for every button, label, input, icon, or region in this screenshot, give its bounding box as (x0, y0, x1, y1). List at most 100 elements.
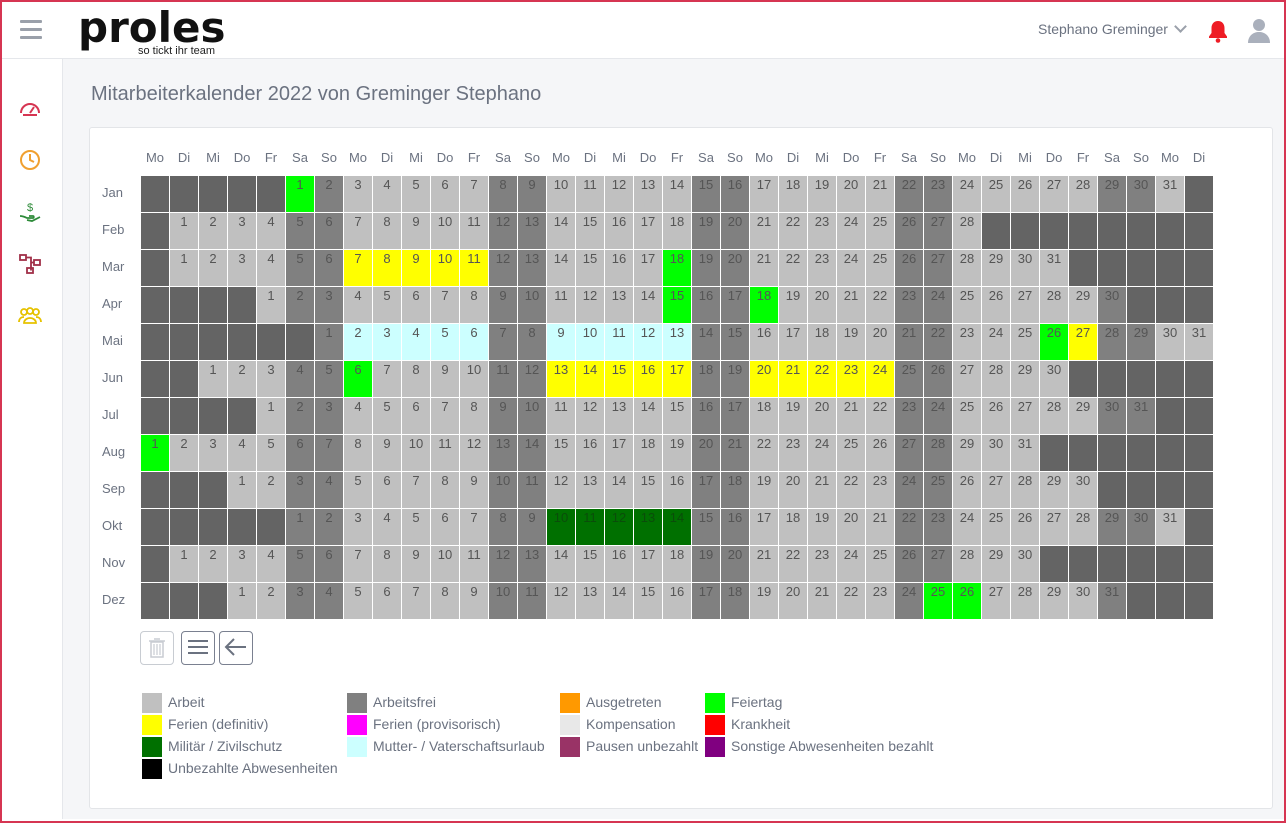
calendar-day-cell[interactable]: 5 (373, 287, 401, 323)
calendar-day-cell[interactable]: 7 (344, 213, 372, 249)
calendar-day-cell[interactable]: 2 (228, 361, 256, 397)
calendar-day-cell[interactable]: 14 (547, 250, 575, 286)
calendar-day-cell[interactable]: 20 (750, 361, 778, 397)
calendar-day-cell[interactable]: 18 (779, 509, 807, 545)
calendar-day-cell[interactable]: 7 (460, 176, 488, 212)
calendar-day-cell[interactable]: 5 (286, 546, 314, 582)
calendar-day-cell[interactable]: 18 (750, 398, 778, 434)
calendar-day-cell[interactable]: 24 (837, 546, 865, 582)
calendar-day-cell[interactable]: 8 (460, 287, 488, 323)
user-menu[interactable]: Stephano Greminger (1038, 20, 1187, 37)
user-avatar-icon[interactable] (1248, 18, 1270, 49)
calendar-day-cell[interactable]: 12 (489, 250, 517, 286)
calendar-day-cell[interactable]: 15 (576, 250, 604, 286)
calendar-day-cell[interactable]: 18 (808, 324, 836, 360)
calendar-day-cell[interactable]: 19 (779, 287, 807, 323)
calendar-day-cell[interactable]: 22 (837, 583, 865, 619)
calendar-day-cell[interactable]: 26 (1040, 324, 1068, 360)
calendar-day-cell[interactable]: 22 (866, 287, 894, 323)
calendar-day-cell[interactable]: 28 (1098, 324, 1126, 360)
calendar-day-cell[interactable]: 22 (779, 213, 807, 249)
calendar-day-cell[interactable]: 15 (547, 435, 575, 471)
calendar-day-cell[interactable]: 5 (344, 583, 372, 619)
calendar-day-cell[interactable]: 27 (924, 250, 952, 286)
calendar-day-cell[interactable]: 21 (779, 361, 807, 397)
calendar-day-cell[interactable]: 29 (953, 435, 981, 471)
calendar-day-cell[interactable]: 4 (257, 250, 285, 286)
calendar-day-cell[interactable]: 3 (228, 250, 256, 286)
calendar-day-cell[interactable]: 29 (982, 546, 1010, 582)
calendar-day-cell[interactable]: 3 (286, 583, 314, 619)
calendar-day-cell[interactable]: 19 (779, 398, 807, 434)
calendar-day-cell[interactable]: 21 (750, 250, 778, 286)
calendar-day-cell[interactable]: 23 (837, 361, 865, 397)
calendar-day-cell[interactable]: 13 (518, 213, 546, 249)
calendar-day-cell[interactable]: 21 (721, 435, 749, 471)
calendar-day-cell[interactable]: 22 (779, 250, 807, 286)
calendar-day-cell[interactable]: 9 (547, 324, 575, 360)
calendar-day-cell[interactable]: 4 (286, 361, 314, 397)
calendar-day-cell[interactable]: 21 (750, 213, 778, 249)
calendar-day-cell[interactable]: 10 (431, 213, 459, 249)
calendar-day-cell[interactable]: 14 (692, 324, 720, 360)
calendar-day-cell[interactable]: 18 (692, 361, 720, 397)
calendar-day-cell[interactable]: 15 (692, 176, 720, 212)
money-hand-icon[interactable]: $ (18, 200, 42, 224)
calendar-day-cell[interactable]: 1 (286, 176, 314, 212)
calendar-day-cell[interactable]: 1 (170, 213, 198, 249)
calendar-day-cell[interactable]: 15 (692, 509, 720, 545)
calendar-day-cell[interactable]: 9 (402, 250, 430, 286)
calendar-day-cell[interactable]: 16 (605, 250, 633, 286)
calendar-day-cell[interactable]: 6 (431, 509, 459, 545)
calendar-day-cell[interactable]: 7 (344, 250, 372, 286)
calendar-day-cell[interactable]: 23 (924, 176, 952, 212)
calendar-day-cell[interactable]: 1 (257, 287, 285, 323)
calendar-day-cell[interactable]: 31 (1156, 509, 1184, 545)
delete-button[interactable] (140, 631, 174, 665)
calendar-day-cell[interactable]: 23 (953, 324, 981, 360)
calendar-day-cell[interactable]: 3 (315, 287, 343, 323)
calendar-day-cell[interactable]: 28 (1011, 583, 1039, 619)
calendar-day-cell[interactable]: 3 (199, 435, 227, 471)
calendar-day-cell[interactable]: 2 (315, 509, 343, 545)
calendar-day-cell[interactable]: 10 (518, 287, 546, 323)
calendar-day-cell[interactable]: 28 (924, 435, 952, 471)
calendar-day-cell[interactable]: 22 (808, 361, 836, 397)
calendar-day-cell[interactable]: 11 (518, 472, 546, 508)
calendar-day-cell[interactable]: 6 (373, 583, 401, 619)
calendar-day-cell[interactable]: 6 (402, 287, 430, 323)
calendar-day-cell[interactable]: 11 (576, 509, 604, 545)
calendar-day-cell[interactable]: 29 (1040, 472, 1068, 508)
calendar-day-cell[interactable]: 4 (315, 583, 343, 619)
calendar-day-cell[interactable]: 2 (315, 176, 343, 212)
calendar-day-cell[interactable]: 25 (866, 213, 894, 249)
calendar-day-cell[interactable]: 27 (982, 472, 1010, 508)
calendar-day-cell[interactable]: 5 (373, 398, 401, 434)
calendar-day-cell[interactable]: 20 (808, 287, 836, 323)
calendar-day-cell[interactable]: 16 (721, 509, 749, 545)
calendar-day-cell[interactable]: 24 (837, 213, 865, 249)
calendar-day-cell[interactable]: 16 (750, 324, 778, 360)
calendar-day-cell[interactable]: 24 (866, 361, 894, 397)
calendar-day-cell[interactable]: 12 (489, 546, 517, 582)
calendar-day-cell[interactable]: 5 (257, 435, 285, 471)
calendar-day-cell[interactable]: 23 (924, 509, 952, 545)
calendar-day-cell[interactable]: 6 (373, 472, 401, 508)
calendar-day-cell[interactable]: 4 (344, 398, 372, 434)
calendar-day-cell[interactable]: 7 (373, 361, 401, 397)
calendar-day-cell[interactable]: 21 (866, 176, 894, 212)
calendar-day-cell[interactable]: 25 (953, 287, 981, 323)
calendar-day-cell[interactable]: 13 (663, 324, 691, 360)
calendar-day-cell[interactable]: 8 (373, 250, 401, 286)
calendar-day-cell[interactable]: 16 (721, 176, 749, 212)
calendar-day-cell[interactable]: 26 (866, 435, 894, 471)
calendar-day-cell[interactable]: 17 (779, 324, 807, 360)
calendar-day-cell[interactable]: 19 (750, 583, 778, 619)
calendar-day-cell[interactable]: 7 (344, 546, 372, 582)
calendar-day-cell[interactable]: 30 (1127, 176, 1155, 212)
calendar-day-cell[interactable]: 24 (924, 287, 952, 323)
calendar-day-cell[interactable]: 30 (1069, 583, 1097, 619)
list-button[interactable] (181, 631, 215, 665)
calendar-day-cell[interactable]: 12 (518, 361, 546, 397)
calendar-day-cell[interactable]: 24 (895, 583, 923, 619)
